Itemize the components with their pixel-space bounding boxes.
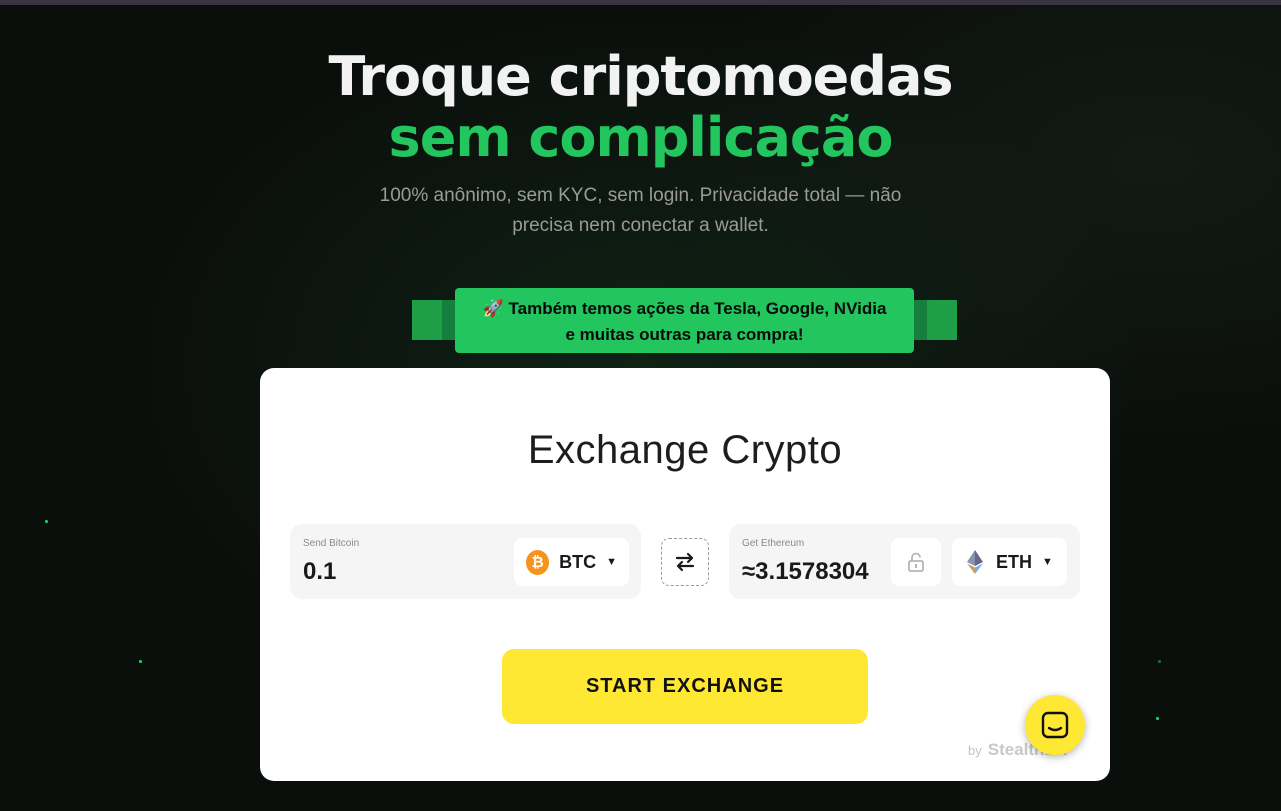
send-field: Send Bitcoin ₿ BTC ▼	[290, 524, 641, 599]
particle	[45, 520, 48, 523]
chat-icon	[1041, 711, 1069, 739]
chat-widget-button[interactable]	[1025, 695, 1085, 755]
get-amount-value: ≈3.1578304	[742, 558, 869, 585]
particle	[139, 660, 142, 663]
swap-button[interactable]	[661, 538, 709, 586]
hero-subtitle-line2: precisa nem conectar a wallet.	[512, 215, 769, 236]
send-coin-name: BTC	[559, 551, 597, 572]
rate-lock-button[interactable]	[891, 538, 941, 586]
hero-title-line1: Troque criptomoedas	[328, 45, 953, 108]
browser-top-bar	[0, 0, 1281, 5]
ribbon-wing-left	[412, 300, 456, 340]
unlock-icon	[908, 552, 924, 572]
send-amount-input[interactable]	[303, 558, 503, 586]
promo-banner-line1: 🚀 Também temos ações da Tesla, Google, N…	[455, 296, 914, 322]
ribbon-wing-right	[913, 300, 957, 340]
get-coin-name: ETH	[996, 551, 1032, 572]
hero-subtitle-line1: 100% anônimo, sem KYC, sem login. Privac…	[379, 185, 902, 206]
powered-by-label: by	[968, 743, 982, 758]
ethereum-icon	[967, 550, 983, 574]
promo-banner[interactable]: 🚀 Também temos ações da Tesla, Google, N…	[455, 288, 914, 353]
start-exchange-button[interactable]: START EXCHANGE	[502, 649, 868, 724]
chevron-down-icon: ▼	[1042, 556, 1053, 568]
send-coin-select[interactable]: ₿ BTC ▼	[514, 538, 629, 586]
bitcoin-icon: ₿	[526, 549, 550, 575]
exchange-widget: Exchange Crypto Send Bitcoin ₿ BTC ▼ Get…	[260, 368, 1110, 781]
swap-arrows-icon	[675, 552, 695, 572]
send-label: Send Bitcoin	[303, 538, 360, 549]
particle	[1156, 717, 1159, 720]
chevron-down-icon: ▼	[606, 556, 617, 568]
promo-text-line2: e muitas outras para compra!	[565, 325, 804, 344]
get-coin-select[interactable]: ETH ▼	[952, 538, 1067, 586]
promo-text-line1: Também temos ações da Tesla, Google, NVi…	[508, 299, 887, 318]
particle	[1158, 660, 1161, 663]
hero-subtitle: 100% anônimo, sem KYC, sem login. Privac…	[0, 181, 1281, 241]
get-field: Get Ethereum ≈3.1578304 ETH ▼	[729, 524, 1080, 599]
get-label: Get Ethereum	[742, 538, 805, 549]
rocket-icon: 🚀	[482, 299, 504, 318]
hero-title-line2: sem complicação	[388, 106, 894, 169]
exchange-title: Exchange Crypto	[527, 428, 843, 472]
